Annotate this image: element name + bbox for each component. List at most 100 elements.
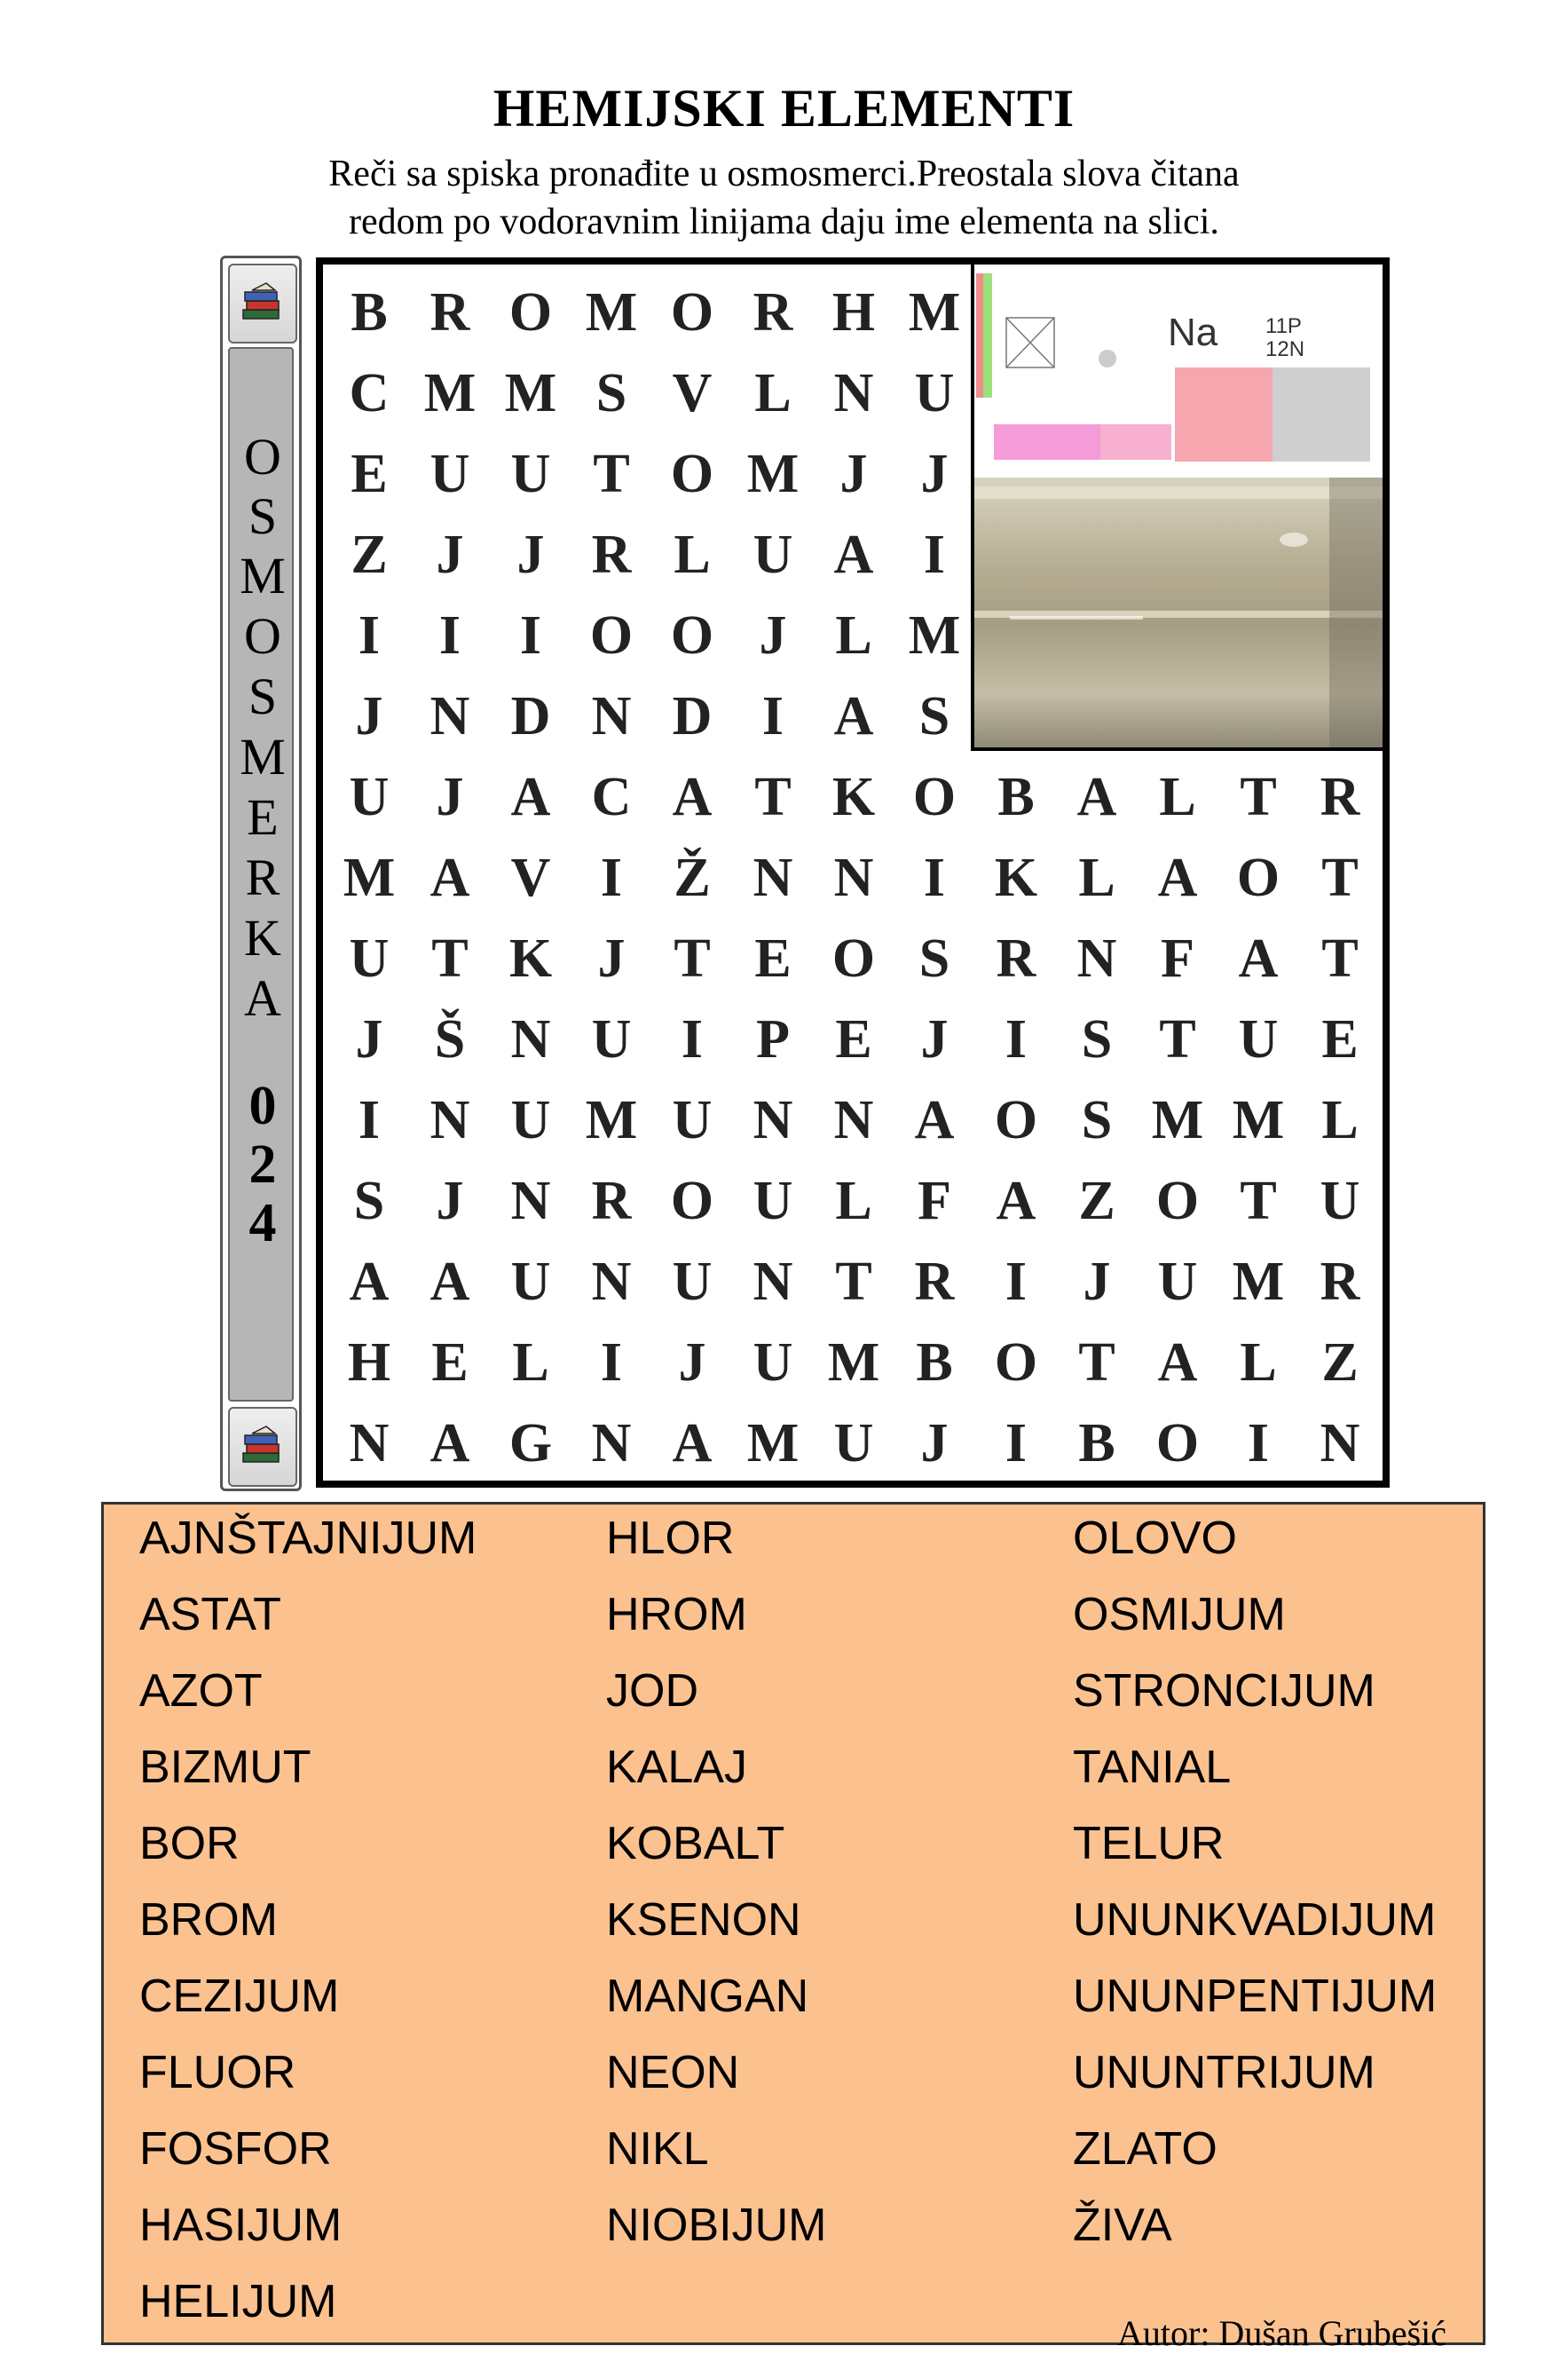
grid-letter[interactable]: Z	[328, 514, 410, 596]
grid-letter[interactable]: L	[1217, 1322, 1299, 1403]
grid-letter[interactable]: I	[651, 999, 733, 1080]
grid-letter[interactable]: M	[1217, 1079, 1299, 1161]
grid-letter[interactable]: I	[409, 595, 491, 676]
grid-letter[interactable]: N	[732, 1079, 814, 1161]
grid-letter[interactable]: U	[490, 1079, 571, 1161]
grid-letter[interactable]: J	[328, 999, 410, 1080]
grid-letter[interactable]: L	[732, 352, 814, 434]
grid-letter[interactable]: J	[1056, 1241, 1138, 1323]
grid-letter[interactable]: J	[732, 595, 814, 676]
grid-letter[interactable]: T	[1299, 918, 1381, 999]
grid-letter[interactable]: A	[651, 756, 733, 838]
grid-letter[interactable]: U	[651, 1241, 733, 1323]
grid-letter[interactable]: S	[571, 352, 652, 434]
grid-letter[interactable]: P	[732, 999, 814, 1080]
grid-letter[interactable]: J	[328, 675, 410, 757]
grid-letter[interactable]: R	[409, 272, 491, 353]
grid-letter[interactable]: N	[571, 1241, 652, 1323]
grid-letter[interactable]: M	[409, 352, 491, 434]
grid-letter[interactable]: U	[894, 352, 975, 434]
grid-letter[interactable]: J	[409, 756, 491, 838]
grid-letter[interactable]: A	[409, 1241, 491, 1323]
grid-letter[interactable]: K	[813, 756, 894, 838]
grid-letter[interactable]: U	[490, 1241, 571, 1323]
grid-letter[interactable]: O	[651, 1160, 733, 1242]
grid-letter[interactable]: M	[894, 272, 975, 353]
grid-letter[interactable]: S	[328, 1160, 410, 1242]
grid-letter[interactable]: J	[571, 918, 652, 999]
grid-letter[interactable]: O	[651, 433, 733, 515]
grid-letter[interactable]: U	[732, 1160, 814, 1242]
grid-letter[interactable]: J	[894, 1402, 975, 1484]
grid-letter[interactable]: U	[1299, 1160, 1381, 1242]
grid-letter[interactable]: J	[813, 433, 894, 515]
grid-letter[interactable]: O	[1137, 1402, 1218, 1484]
grid-letter[interactable]: I	[732, 675, 814, 757]
grid-letter[interactable]: T	[732, 756, 814, 838]
grid-letter[interactable]: E	[409, 1322, 491, 1403]
grid-letter[interactable]: N	[732, 837, 814, 919]
grid-letter[interactable]: N	[571, 675, 652, 757]
grid-letter[interactable]: T	[1137, 999, 1218, 1080]
grid-letter[interactable]: N	[409, 1079, 491, 1161]
grid-letter[interactable]: Z	[1299, 1322, 1381, 1403]
grid-letter[interactable]: A	[813, 675, 894, 757]
grid-letter[interactable]: I	[571, 837, 652, 919]
grid-letter[interactable]: O	[651, 272, 733, 353]
grid-letter[interactable]: L	[813, 1160, 894, 1242]
grid-letter[interactable]: M	[732, 433, 814, 515]
grid-letter[interactable]: N	[571, 1402, 652, 1484]
grid-letter[interactable]: E	[813, 999, 894, 1080]
grid-letter[interactable]: T	[409, 918, 491, 999]
grid-letter[interactable]: L	[490, 1322, 571, 1403]
grid-letter[interactable]: C	[571, 756, 652, 838]
grid-letter[interactable]: R	[571, 514, 652, 596]
grid-letter[interactable]: L	[1137, 756, 1218, 838]
grid-letter[interactable]: O	[1217, 837, 1299, 919]
grid-letter[interactable]: T	[651, 918, 733, 999]
grid-letter[interactable]: H	[813, 272, 894, 353]
grid-letter[interactable]: J	[490, 514, 571, 596]
grid-letter[interactable]: A	[1217, 918, 1299, 999]
grid-letter[interactable]: A	[1137, 1322, 1218, 1403]
grid-letter[interactable]: S	[1056, 999, 1138, 1080]
grid-letter[interactable]: M	[894, 595, 975, 676]
grid-letter[interactable]: U	[571, 999, 652, 1080]
grid-letter[interactable]: N	[1299, 1402, 1381, 1484]
grid-letter[interactable]: R	[1299, 1241, 1381, 1323]
grid-letter[interactable]: A	[409, 1402, 491, 1484]
grid-letter[interactable]: N	[813, 837, 894, 919]
grid-letter[interactable]: I	[571, 1322, 652, 1403]
grid-letter[interactable]: M	[1217, 1241, 1299, 1323]
grid-letter[interactable]: T	[813, 1241, 894, 1323]
grid-letter[interactable]: V	[651, 352, 733, 434]
grid-letter[interactable]: S	[894, 918, 975, 999]
grid-letter[interactable]: O	[490, 272, 571, 353]
grid-letter[interactable]: N	[813, 1079, 894, 1161]
grid-letter[interactable]: M	[571, 1079, 652, 1161]
grid-letter[interactable]: A	[975, 1160, 1057, 1242]
grid-letter[interactable]: N	[328, 1402, 410, 1484]
grid-letter[interactable]: R	[571, 1160, 652, 1242]
grid-letter[interactable]: M	[1137, 1079, 1218, 1161]
grid-letter[interactable]: I	[894, 837, 975, 919]
grid-letter[interactable]: I	[975, 1241, 1057, 1323]
grid-letter[interactable]: S	[894, 675, 975, 757]
grid-letter[interactable]: I	[328, 1079, 410, 1161]
grid-letter[interactable]: T	[1217, 756, 1299, 838]
grid-letter[interactable]: M	[490, 352, 571, 434]
grid-letter[interactable]: A	[1137, 837, 1218, 919]
grid-letter[interactable]: A	[894, 1079, 975, 1161]
grid-letter[interactable]: H	[328, 1322, 410, 1403]
grid-letter[interactable]: U	[328, 918, 410, 999]
grid-letter[interactable]: T	[1217, 1160, 1299, 1242]
grid-letter[interactable]: E	[1299, 999, 1381, 1080]
grid-letter[interactable]: B	[975, 756, 1057, 838]
grid-letter[interactable]: D	[490, 675, 571, 757]
grid-letter[interactable]: S	[1056, 1079, 1138, 1161]
grid-letter[interactable]: O	[571, 595, 652, 676]
grid-letter[interactable]: M	[732, 1402, 814, 1484]
grid-letter[interactable]: E	[732, 918, 814, 999]
grid-letter[interactable]: I	[490, 595, 571, 676]
grid-letter[interactable]: Š	[409, 999, 491, 1080]
